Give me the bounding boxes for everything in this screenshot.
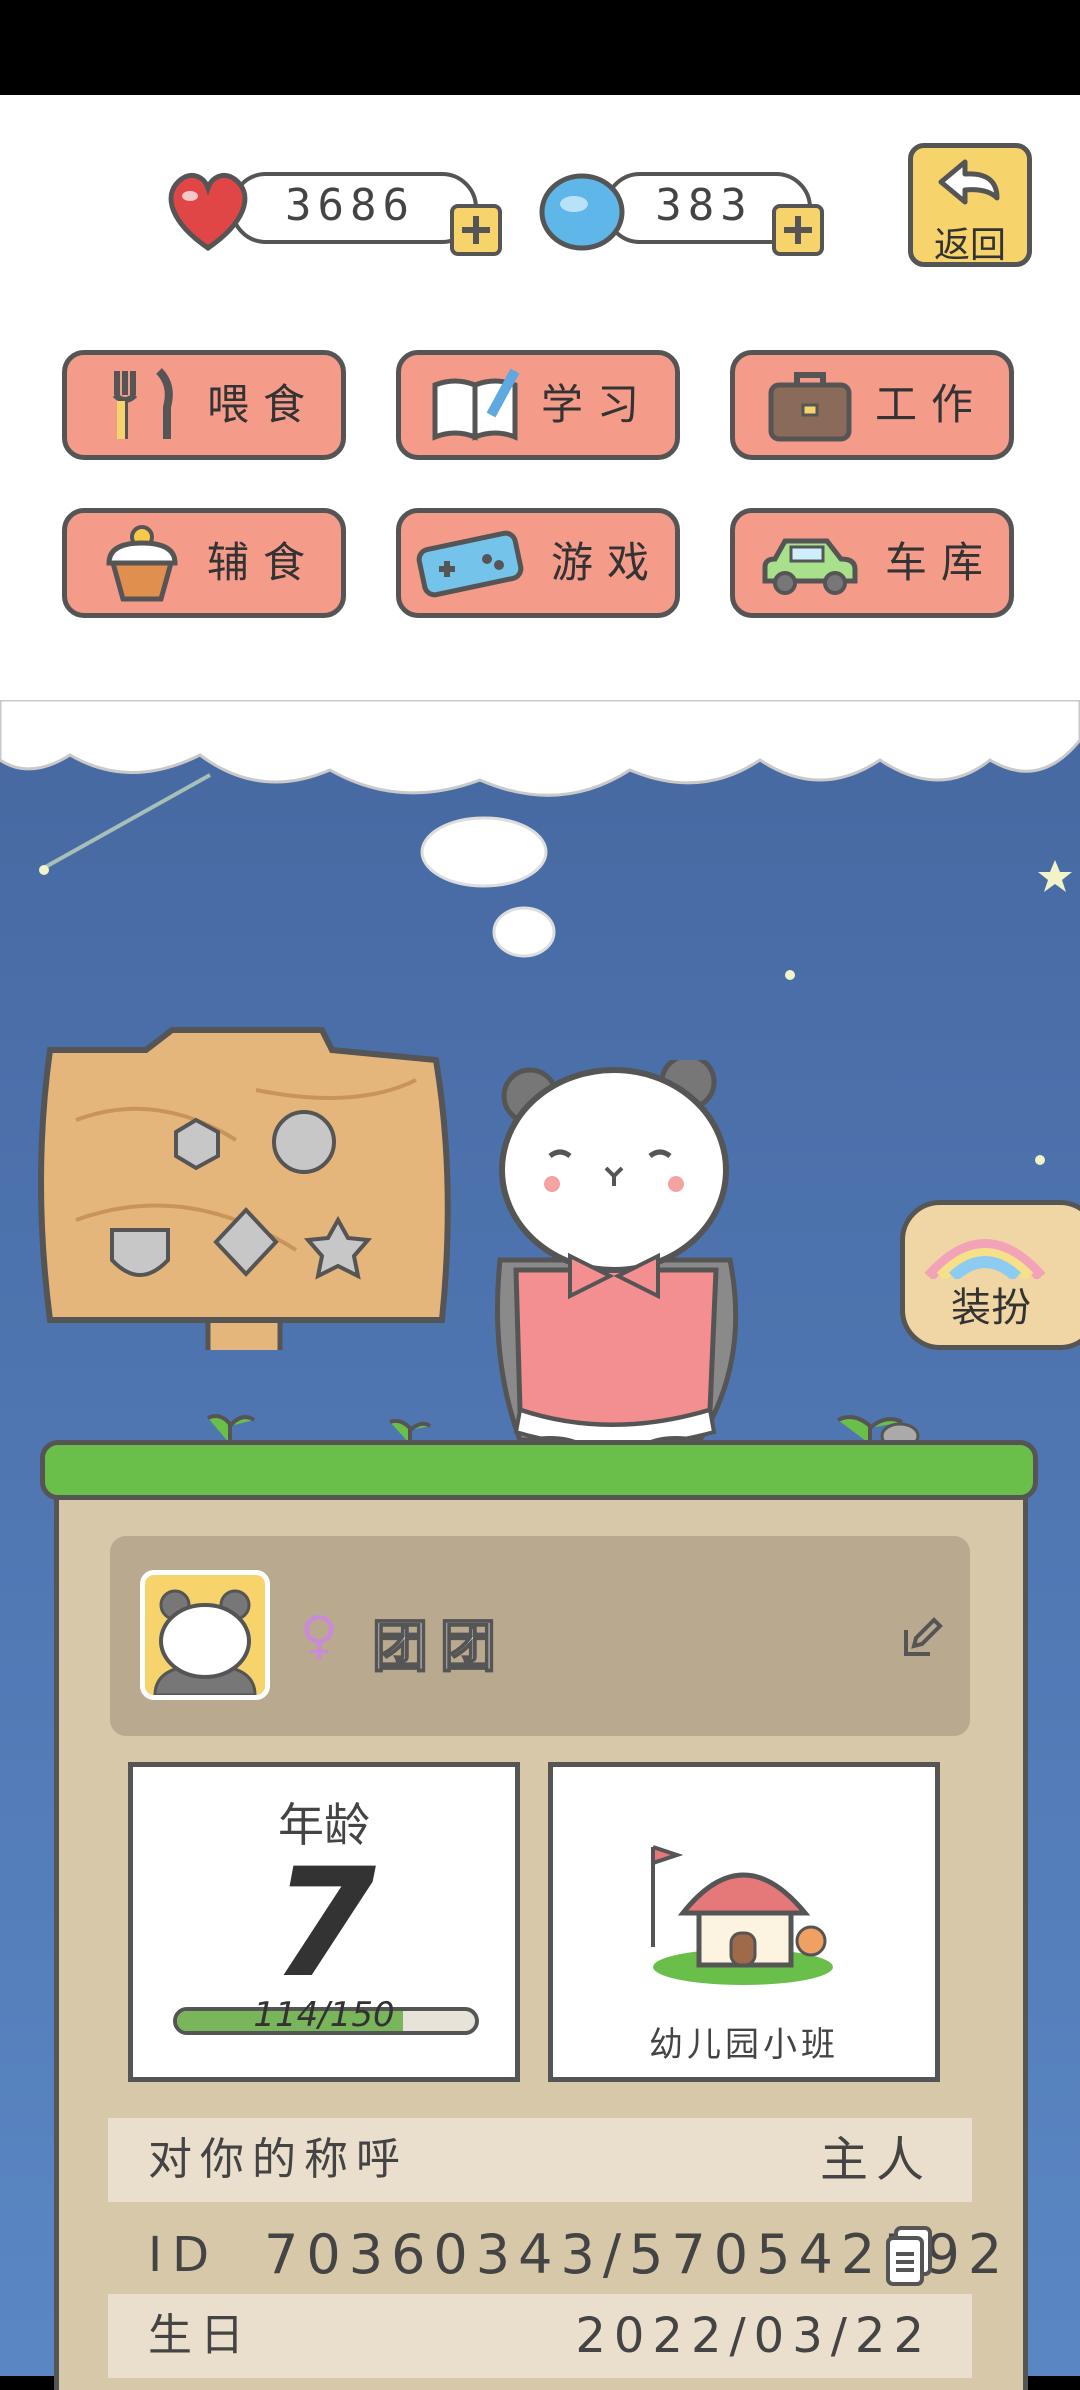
snack-label: 辅食 xyxy=(207,538,320,587)
nickname-label: 对你的称呼 xyxy=(148,2134,408,2185)
edit-icon[interactable] xyxy=(900,1616,944,1660)
back-label: 返回 xyxy=(933,225,1006,266)
sprouts-decoration xyxy=(207,1414,920,1446)
rainbow-icon xyxy=(925,1239,1045,1279)
profile-card: ♀ 团团 xyxy=(110,1536,970,1736)
nickname-row: 对你的称呼 主人 xyxy=(108,2118,972,2202)
book-pencil-icon xyxy=(432,368,520,441)
snack-button[interactable]: 辅食 xyxy=(62,508,346,618)
back-button[interactable]: 返回 xyxy=(908,143,1032,267)
birthday-value: 2022/03/22 xyxy=(575,2308,932,2364)
id-row: ID 70360343/570542592 xyxy=(108,2210,1002,2300)
cloud-edge xyxy=(0,700,1080,797)
briefcase-icon xyxy=(768,372,852,442)
heart-icon xyxy=(168,172,248,252)
study-label: 学习 xyxy=(541,380,654,429)
pet-name: 团团 xyxy=(371,1614,508,1681)
grass-ledge xyxy=(40,1440,1038,1500)
hearts-value: 3686 xyxy=(285,180,415,231)
garage-label: 车库 xyxy=(885,538,998,587)
dress-up-button[interactable]: 装扮 xyxy=(900,1200,1080,1350)
mushroom-house-icon xyxy=(651,1845,833,1985)
work-button[interactable]: 工作 xyxy=(730,350,1014,460)
hearts-counter: 3686 xyxy=(160,162,502,258)
work-label: 工作 xyxy=(875,380,988,429)
age-value: 7 xyxy=(271,1837,377,2011)
return-arrow-icon xyxy=(938,159,1000,205)
id-label: ID xyxy=(148,2227,220,2283)
copy-icon[interactable] xyxy=(884,2226,934,2286)
nickname-value: 主人 xyxy=(819,2132,932,2188)
study-button[interactable]: 学习 xyxy=(396,350,680,460)
gamepad-icon xyxy=(416,530,524,598)
birthday-label: 生日 xyxy=(148,2310,252,2361)
badge-signboard[interactable] xyxy=(36,1020,452,1350)
thought-bubbles xyxy=(420,816,556,958)
age-card: 年龄 7 114/150 xyxy=(128,1762,520,2082)
avatar[interactable] xyxy=(140,1570,270,1700)
birthday-row: 生日 2022/03/22 xyxy=(108,2294,972,2378)
feed-button[interactable]: 喂食 xyxy=(62,350,346,460)
garage-button[interactable]: 车库 xyxy=(730,508,1014,618)
female-icon: ♀ xyxy=(300,1606,339,1666)
age-progress-text: 114/150 xyxy=(253,1995,395,2035)
add-hearts-button[interactable] xyxy=(450,204,502,256)
games-button[interactable]: 游戏 xyxy=(396,508,680,618)
blue-coin-icon xyxy=(539,173,625,251)
fork-knife-icon xyxy=(112,368,173,439)
status-bar xyxy=(0,0,1080,95)
school-label: 幼儿园小班 xyxy=(649,2025,839,2065)
feed-label: 喂食 xyxy=(207,380,320,429)
cupcake-icon xyxy=(106,525,178,602)
dress-up-label: 装扮 xyxy=(951,1285,1031,1331)
games-label: 游戏 xyxy=(551,538,664,587)
school-card[interactable]: 幼儿园小班 xyxy=(548,1762,940,2082)
coins-counter: 383 xyxy=(534,162,834,258)
add-coins-button[interactable] xyxy=(772,204,824,256)
car-icon xyxy=(762,538,858,595)
